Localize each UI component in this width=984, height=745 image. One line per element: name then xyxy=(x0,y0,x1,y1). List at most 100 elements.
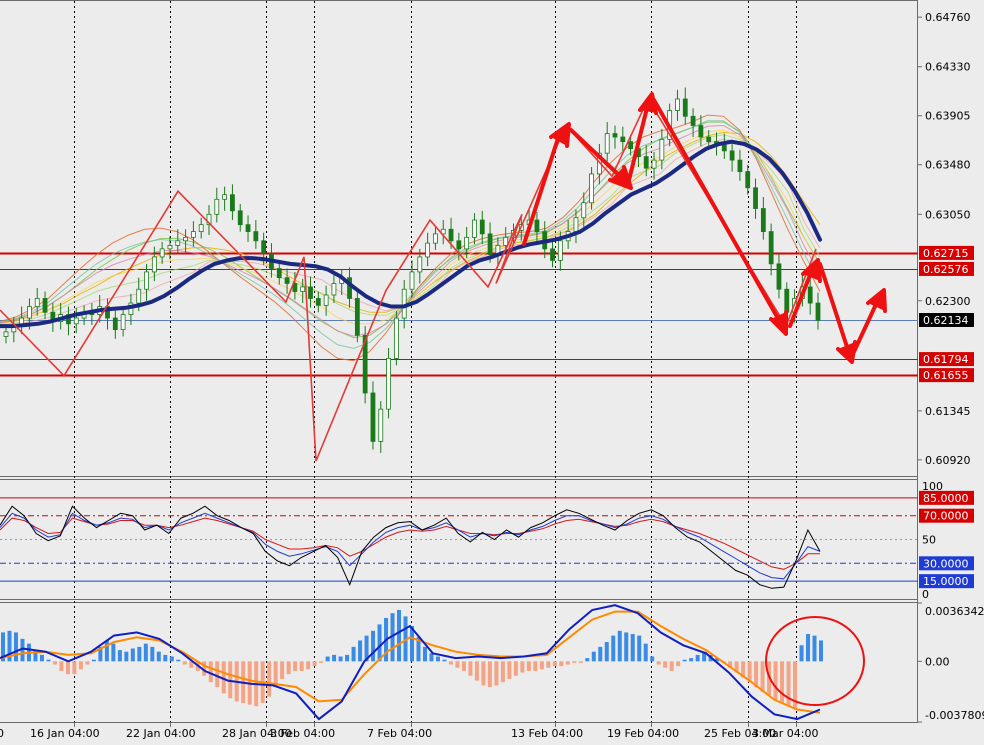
candle-body xyxy=(276,268,282,279)
macd-histogram-bar xyxy=(137,646,142,662)
macd-histogram-bar xyxy=(806,634,811,662)
macd-histogram-bar xyxy=(520,661,525,673)
macd-histogram-bar xyxy=(617,630,622,662)
macd-histogram-bar xyxy=(435,656,440,662)
macd-histogram-bar xyxy=(669,661,674,671)
price-level-tag-label: 0.62715 xyxy=(923,247,969,260)
candle-body xyxy=(151,256,157,273)
candle-body xyxy=(479,219,485,235)
macd-histogram-bar xyxy=(286,661,291,675)
candle-body xyxy=(144,271,149,290)
macd-histogram-bar xyxy=(591,651,596,662)
candle-body xyxy=(659,138,665,161)
macd-histogram-bar xyxy=(280,661,285,679)
candle-body xyxy=(612,133,618,138)
candle-body xyxy=(433,233,438,244)
macd-histogram-bar xyxy=(377,624,382,662)
oscillator-level-tag-label: 85.0000 xyxy=(923,492,969,505)
macd-histogram-bar xyxy=(215,661,220,688)
candle-body xyxy=(230,194,235,212)
candle-body xyxy=(550,248,555,261)
macd-histogram-bar xyxy=(351,646,356,662)
oscillator-level-tag-label: 15.0000 xyxy=(923,575,969,588)
candle-body xyxy=(581,202,587,219)
macd-histogram-bar xyxy=(293,661,298,671)
candle-body xyxy=(776,263,782,290)
macd-histogram-bar xyxy=(819,640,823,662)
macd-histogram-bar xyxy=(65,661,70,675)
macd-histogram-bar xyxy=(799,645,804,662)
macd-histogram-bar xyxy=(539,661,544,670)
candle-body xyxy=(417,256,423,273)
macd-histogram-bar xyxy=(176,659,181,662)
time-label: 22 Jan 04:00 xyxy=(126,727,196,740)
macd-histogram-bar xyxy=(429,653,434,662)
macd-histogram-bar xyxy=(85,661,90,665)
candle-body xyxy=(120,314,126,330)
macd-histogram-bar xyxy=(319,661,324,663)
macd-histogram-bar xyxy=(689,658,694,662)
macd-tick-label: 0.00 xyxy=(925,655,950,668)
macd-histogram-bar xyxy=(156,651,161,662)
macd-histogram-bar xyxy=(468,661,473,676)
candle-body xyxy=(745,171,751,189)
candle-body xyxy=(159,248,165,258)
macd-histogram-bar xyxy=(611,635,616,662)
macd-histogram-bar xyxy=(695,654,700,662)
macd-histogram-bar xyxy=(487,661,492,688)
candle-body xyxy=(183,236,188,242)
macd-histogram-bar xyxy=(754,661,759,688)
macd-histogram-bar xyxy=(780,661,785,704)
macd-histogram-bar xyxy=(267,661,272,697)
macd-histogram-bar xyxy=(169,656,174,662)
candle-body xyxy=(737,159,743,173)
macd-histogram-bar xyxy=(812,635,817,662)
candle-body xyxy=(675,98,680,111)
macd-histogram-bar xyxy=(448,661,453,665)
macd-histogram-bar xyxy=(507,661,512,679)
macd-histogram-bar xyxy=(650,656,655,662)
oscillator-tick-label: 0 xyxy=(922,588,929,601)
candle-body xyxy=(167,245,173,250)
macd-histogram-bar xyxy=(500,661,505,683)
candle-body xyxy=(3,331,9,337)
macd-histogram-bar xyxy=(306,661,311,670)
candle-body xyxy=(401,288,407,319)
time-label: 19 Feb 04:00 xyxy=(607,727,679,740)
macd-histogram-bar xyxy=(130,648,135,662)
macd-histogram-bar xyxy=(143,643,148,662)
candle-body xyxy=(354,298,360,336)
candle-body xyxy=(409,271,415,290)
macd-histogram-bar xyxy=(111,643,116,662)
trading-chart: 0.64760 0.64330 0.63905 0.63480 0.63050 0.623… xyxy=(0,0,984,745)
macd-histogram-bar xyxy=(533,661,538,671)
candle-body xyxy=(464,236,470,250)
macd-histogram-bar xyxy=(682,659,687,662)
macd-histogram-bar xyxy=(325,656,330,662)
candle-body xyxy=(604,133,610,154)
time-label: 7 Feb 04:00 xyxy=(367,727,432,740)
price-level-tag-label: 0.62576 xyxy=(923,263,969,276)
macd-tick-label: -0.0037809 xyxy=(925,709,984,722)
macd-histogram-bar xyxy=(578,661,583,663)
price-tick-label: 0.61345 xyxy=(925,405,971,418)
candle-body xyxy=(698,125,704,138)
macd-histogram-bar xyxy=(338,656,343,662)
time-label: 13 Feb 04:00 xyxy=(511,727,583,740)
macd-histogram-bar xyxy=(559,661,564,667)
candle-body xyxy=(557,240,563,261)
macd-histogram-bar xyxy=(52,661,57,665)
candle-body xyxy=(370,392,376,442)
macd-histogram-bar xyxy=(481,661,486,686)
macd-histogram-bar xyxy=(312,661,317,667)
candle-body xyxy=(729,150,735,161)
price-tick-label: 0.63050 xyxy=(925,208,971,221)
candle-body xyxy=(284,277,290,284)
candle-body xyxy=(721,144,727,152)
candle-body xyxy=(393,317,399,359)
macd-histogram-bar xyxy=(598,646,603,662)
candle-body xyxy=(261,240,267,254)
macd-histogram-bar xyxy=(546,661,551,668)
macd-histogram-bar xyxy=(604,642,609,662)
macd-histogram-bar xyxy=(494,661,499,686)
